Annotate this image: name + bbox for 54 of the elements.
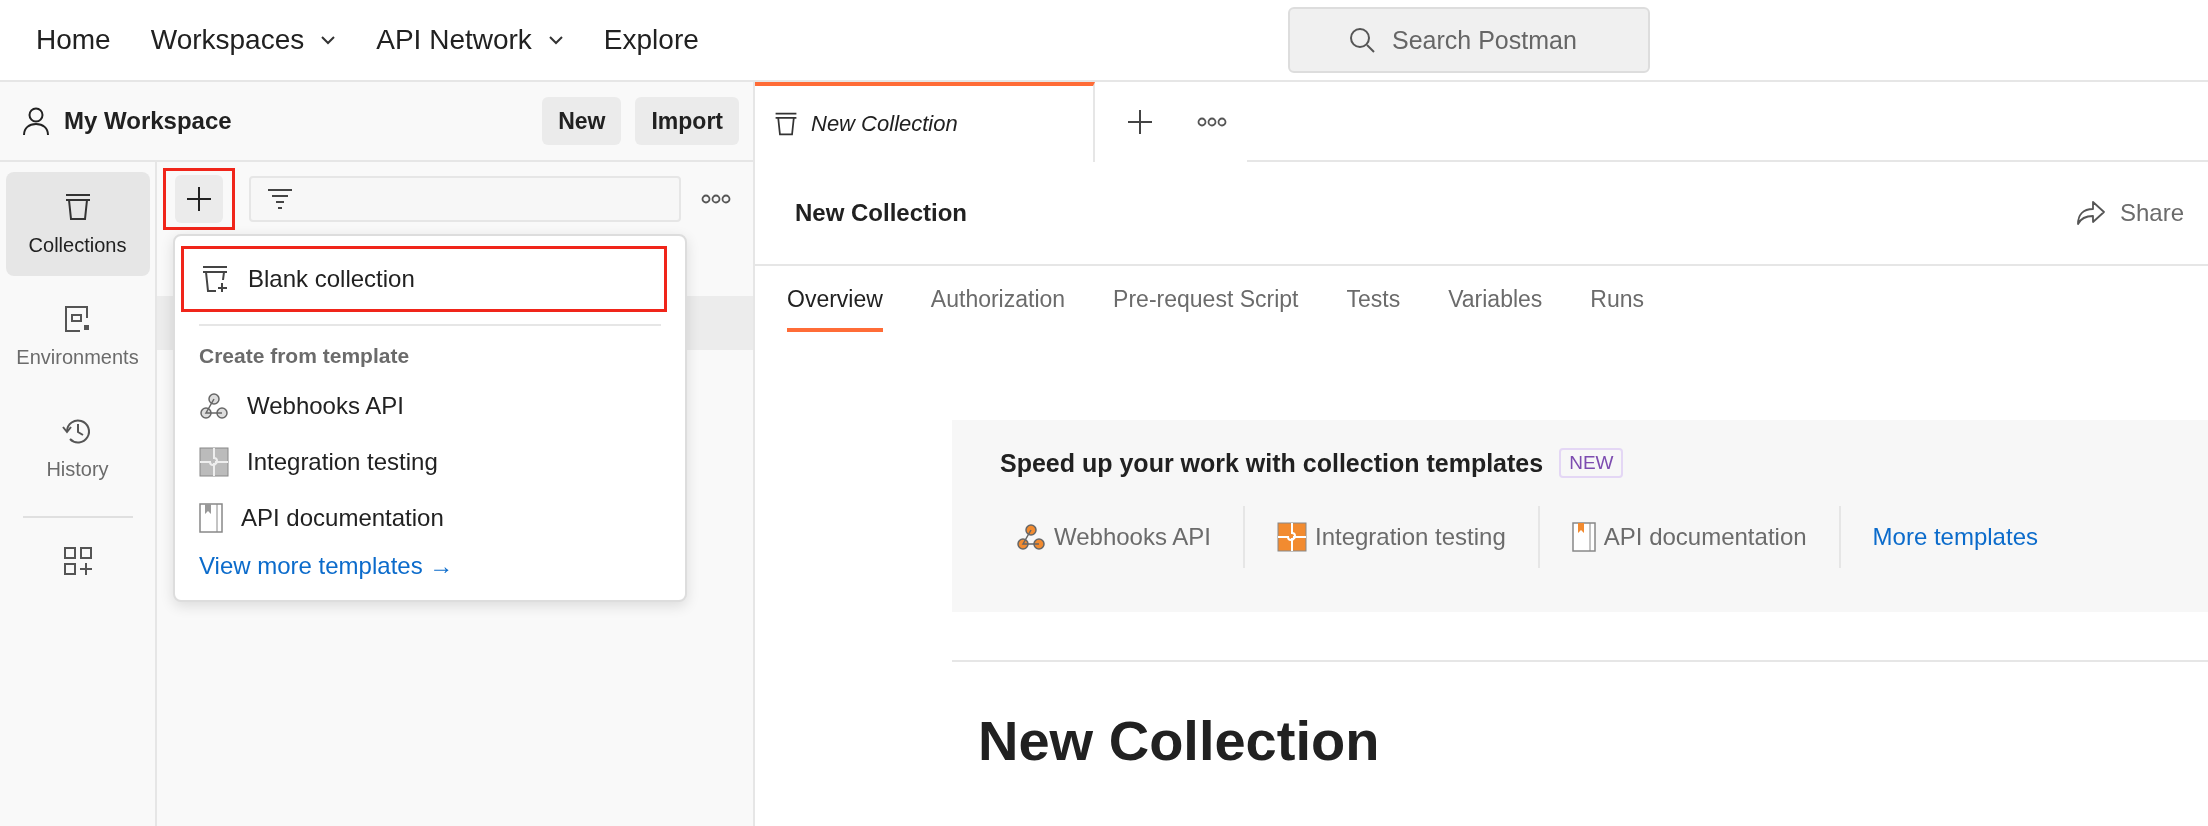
- share-button[interactable]: Share: [2075, 199, 2184, 227]
- trash-can-icon: [773, 111, 799, 137]
- puzzle-icon: [1277, 522, 1307, 552]
- chevron-down-icon: [547, 35, 564, 45]
- nav-link[interactable]: Home: [36, 24, 111, 56]
- more-options-icon[interactable]: [701, 194, 731, 204]
- more-options-icon[interactable]: [1197, 117, 1227, 127]
- sidebar-nav-item[interactable]: Collections: [5, 172, 150, 276]
- menu-section-heading: Create from template: [199, 343, 411, 369]
- collection-title: New Collection: [795, 199, 968, 227]
- add-widget-icon[interactable]: [62, 546, 93, 576]
- sidebar-nav-item[interactable]: Environments: [5, 284, 150, 388]
- collection-name-heading: New Collection: [978, 708, 1381, 773]
- collection-add-icon: [200, 264, 230, 294]
- menu-item[interactable]: API documentation: [199, 490, 661, 546]
- search-icon: [1348, 26, 1376, 54]
- nav-link[interactable]: API Network: [376, 24, 564, 56]
- template-link[interactable]: Integration testing: [1261, 506, 1540, 568]
- template-link[interactable]: Webhooks API: [1000, 506, 1245, 568]
- tab[interactable]: Pre-request Script: [1113, 266, 1299, 332]
- menu-item[interactable]: Webhooks API: [199, 378, 661, 434]
- tab[interactable]: Authorization: [930, 266, 1066, 332]
- tab[interactable]: Tests: [1346, 266, 1401, 332]
- more-templates-link[interactable]: More templates: [1856, 523, 2038, 551]
- share-arrow-icon: [2075, 200, 2106, 226]
- filter-field[interactable]: [249, 176, 681, 222]
- banner-heading: Speed up your work with collection templates: [1000, 448, 1544, 478]
- book-icon: [1571, 522, 1596, 552]
- chevron-down-icon: [320, 35, 337, 45]
- puzzle-icon: [199, 447, 229, 477]
- tab[interactable]: Overview: [787, 266, 883, 332]
- new-button[interactable]: New: [542, 97, 622, 145]
- webhook-icon: [1016, 522, 1046, 552]
- tab[interactable]: Variables: [1448, 266, 1543, 332]
- search-field[interactable]: Search Postman: [1288, 7, 1650, 73]
- open-tab[interactable]: New Collection: [755, 82, 1095, 162]
- book-icon: [199, 503, 223, 533]
- template-link[interactable]: API documentation: [1555, 506, 1841, 568]
- plus-icon[interactable]: [1127, 109, 1153, 135]
- import-button[interactable]: Import: [635, 97, 739, 145]
- workspace-name: My Workspace: [64, 107, 232, 135]
- filter-icon: [267, 188, 293, 210]
- sidebar-nav-item[interactable]: History: [5, 396, 150, 500]
- new-badge: NEW: [1559, 448, 1624, 478]
- add-button[interactable]: [175, 175, 223, 223]
- plus-icon: [185, 185, 213, 213]
- webhook-icon: [199, 391, 229, 421]
- menu-item[interactable]: Integration testing: [199, 434, 661, 490]
- tab[interactable]: Runs: [1590, 266, 1645, 332]
- nav-link[interactable]: Explore: [603, 24, 699, 56]
- menu-item[interactable]: Blank collection: [181, 246, 667, 312]
- nav-link[interactable]: Workspaces: [150, 24, 337, 56]
- user-icon: [22, 106, 50, 136]
- view-templates-link[interactable]: View more templates →: [199, 552, 661, 580]
